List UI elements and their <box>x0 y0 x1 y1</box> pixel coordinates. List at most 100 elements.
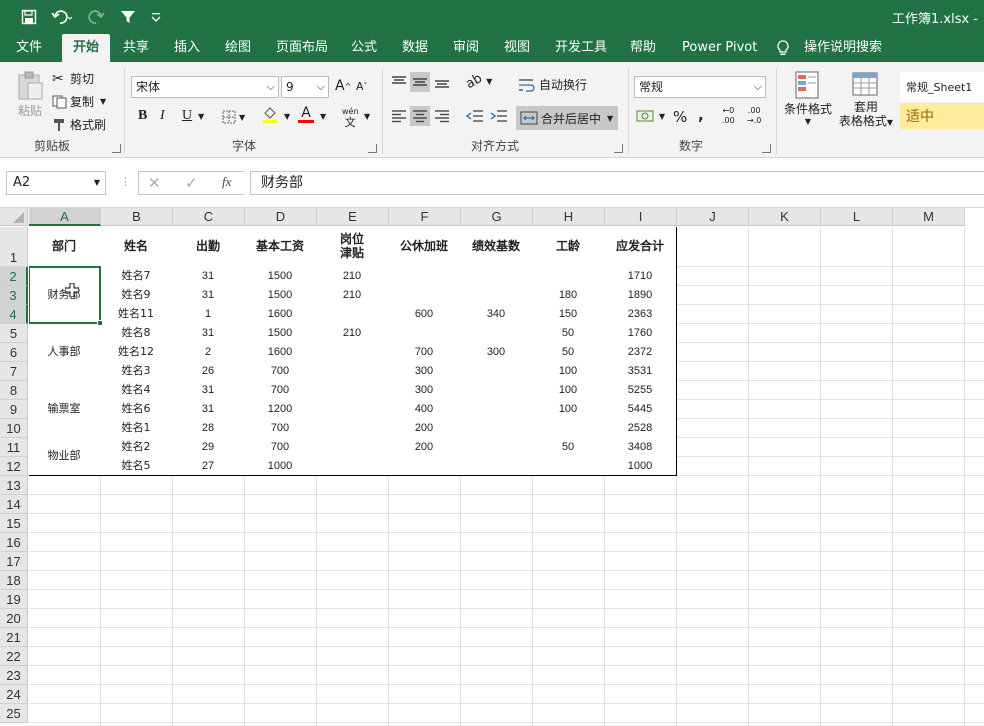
tab-file[interactable]: 文件 <box>10 34 48 62</box>
row-header[interactable]: 7 <box>0 362 28 381</box>
table-cell[interactable]: 700 <box>244 361 317 381</box>
insert-function-icon[interactable]: fx <box>222 174 231 190</box>
table-header-cell[interactable]: 基本工资 <box>244 227 317 267</box>
table-cell[interactable]: 100 <box>532 380 605 400</box>
font-name-select[interactable]: 宋体 ⌵ <box>131 76 279 98</box>
department-cell[interactable]: 物业部 <box>29 437 101 476</box>
underline-button[interactable]: U <box>182 108 192 124</box>
column-header[interactable]: I <box>605 208 677 226</box>
column-header[interactable]: A <box>29 208 101 226</box>
align-right-button[interactable] <box>434 108 450 124</box>
chevron-down-icon[interactable]: ▼ <box>320 112 326 121</box>
row-header[interactable]: 17 <box>0 552 28 571</box>
table-cell[interactable]: 1200 <box>244 399 317 419</box>
table-cell[interactable]: 姓名1 <box>100 418 173 438</box>
accounting-format-button[interactable]: ▼ <box>636 108 665 124</box>
table-cell[interactable]: 700 <box>244 437 317 457</box>
table-cell[interactable] <box>388 285 461 305</box>
column-header[interactable]: H <box>533 208 605 226</box>
column-header[interactable]: B <box>101 208 173 226</box>
table-header-cell[interactable]: 出勤 <box>172 227 245 267</box>
worksheet-grid[interactable]: 部门 姓名 出勤 基本工资 岗位 津贴 公休加班 绩效基数 工龄 应发合计 财务部 人事部 输票室 物业部… <box>29 227 984 726</box>
table-cell[interactable]: 200 <box>388 437 461 457</box>
table-cell[interactable]: 600 <box>388 304 461 324</box>
lightbulb-icon[interactable] <box>772 34 796 62</box>
align-bottom-button[interactable] <box>434 74 450 90</box>
alignment-launcher-icon[interactable] <box>614 144 623 153</box>
table-cell[interactable]: 180 <box>532 285 605 305</box>
table-header-cell[interactable]: 岗位 津贴 <box>316 227 389 267</box>
cut-button[interactable]: ✂ 剪切 <box>52 70 94 87</box>
table-cell[interactable]: 1000 <box>604 456 677 476</box>
tab-home[interactable]: 开始 <box>62 34 111 62</box>
table-cell[interactable]: 28 <box>172 418 245 438</box>
table-cell[interactable]: 300 <box>388 380 461 400</box>
column-header[interactable]: J <box>677 208 749 226</box>
table-cell[interactable] <box>316 304 389 324</box>
column-header[interactable]: F <box>389 208 461 226</box>
table-cell[interactable]: 1500 <box>244 285 317 305</box>
table-cell[interactable]: 1600 <box>244 342 317 362</box>
department-cell[interactable]: 人事部 <box>29 323 101 381</box>
table-cell[interactable] <box>460 418 533 438</box>
tab-share[interactable]: 共享 <box>117 34 155 62</box>
chevron-down-icon[interactable]: ▼ <box>364 112 370 121</box>
table-cell[interactable]: 1710 <box>604 266 677 286</box>
tell-me-search[interactable]: 操作说明搜索 <box>798 34 888 62</box>
table-header-cell[interactable]: 公休加班 <box>388 227 461 267</box>
table-cell[interactable]: 姓名4 <box>100 380 173 400</box>
align-top-button[interactable] <box>391 74 407 90</box>
filter-icon[interactable] <box>118 6 138 28</box>
decrease-decimal-button[interactable]: .00 →.0 <box>747 106 761 126</box>
table-cell[interactable]: 31 <box>172 266 245 286</box>
table-cell[interactable]: 26 <box>172 361 245 381</box>
comma-style-button[interactable]: , <box>698 106 704 124</box>
font-size-select[interactable]: 9 ⌵ <box>281 76 329 98</box>
align-center-button[interactable] <box>410 106 430 126</box>
wrap-text-button[interactable]: 自动换行 <box>518 76 587 93</box>
name-box[interactable]: A2 ▼ <box>6 171 106 195</box>
table-cell[interactable]: 31 <box>172 323 245 343</box>
table-cell[interactable] <box>316 380 389 400</box>
row-header[interactable]: 23 <box>0 666 28 685</box>
table-cell[interactable] <box>460 266 533 286</box>
table-cell[interactable]: 5445 <box>604 399 677 419</box>
table-cell[interactable]: 210 <box>316 266 389 286</box>
table-cell[interactable] <box>388 456 461 476</box>
row-header[interactable]: 22 <box>0 647 28 666</box>
table-cell[interactable] <box>532 266 605 286</box>
clipboard-launcher-icon[interactable] <box>112 144 121 153</box>
borders-button[interactable]: ▼ <box>222 110 245 124</box>
row-header[interactable]: 8 <box>0 381 28 400</box>
tab-insert[interactable]: 插入 <box>168 34 206 62</box>
row-header[interactable]: 19 <box>0 590 28 609</box>
tab-formulas[interactable]: 公式 <box>345 34 383 62</box>
save-icon[interactable] <box>18 6 40 28</box>
table-cell[interactable]: 50 <box>532 323 605 343</box>
table-cell[interactable]: 210 <box>316 323 389 343</box>
cell-style-neutral[interactable]: 适中 <box>900 103 984 129</box>
tab-page-layout[interactable]: 页面布局 <box>270 34 334 62</box>
select-all-corner[interactable] <box>0 208 28 226</box>
tab-review[interactable]: 审阅 <box>447 34 485 62</box>
table-cell[interactable] <box>316 399 389 419</box>
table-cell[interactable]: 1600 <box>244 304 317 324</box>
chevron-down-icon[interactable]: ▼ <box>284 112 290 121</box>
chevron-down-icon[interactable]: ▼ <box>198 112 204 121</box>
table-cell[interactable] <box>460 361 533 381</box>
column-header[interactable]: C <box>173 208 245 226</box>
shrink-font-button[interactable]: Aˇ <box>356 80 368 93</box>
table-cell[interactable] <box>460 399 533 419</box>
font-launcher-icon[interactable] <box>368 144 377 153</box>
table-cell[interactable]: 姓名5 <box>100 456 173 476</box>
align-middle-button[interactable] <box>410 72 430 92</box>
table-cell[interactable]: 3531 <box>604 361 677 381</box>
fill-handle[interactable] <box>97 320 103 326</box>
table-cell[interactable]: 姓名3 <box>100 361 173 381</box>
row-header[interactable]: 16 <box>0 533 28 552</box>
table-cell[interactable]: 姓名6 <box>100 399 173 419</box>
fill-color-button[interactable] <box>262 106 278 124</box>
column-header[interactable]: D <box>245 208 317 226</box>
copy-button[interactable]: 复制 ▼ <box>52 93 106 110</box>
table-cell[interactable] <box>460 456 533 476</box>
